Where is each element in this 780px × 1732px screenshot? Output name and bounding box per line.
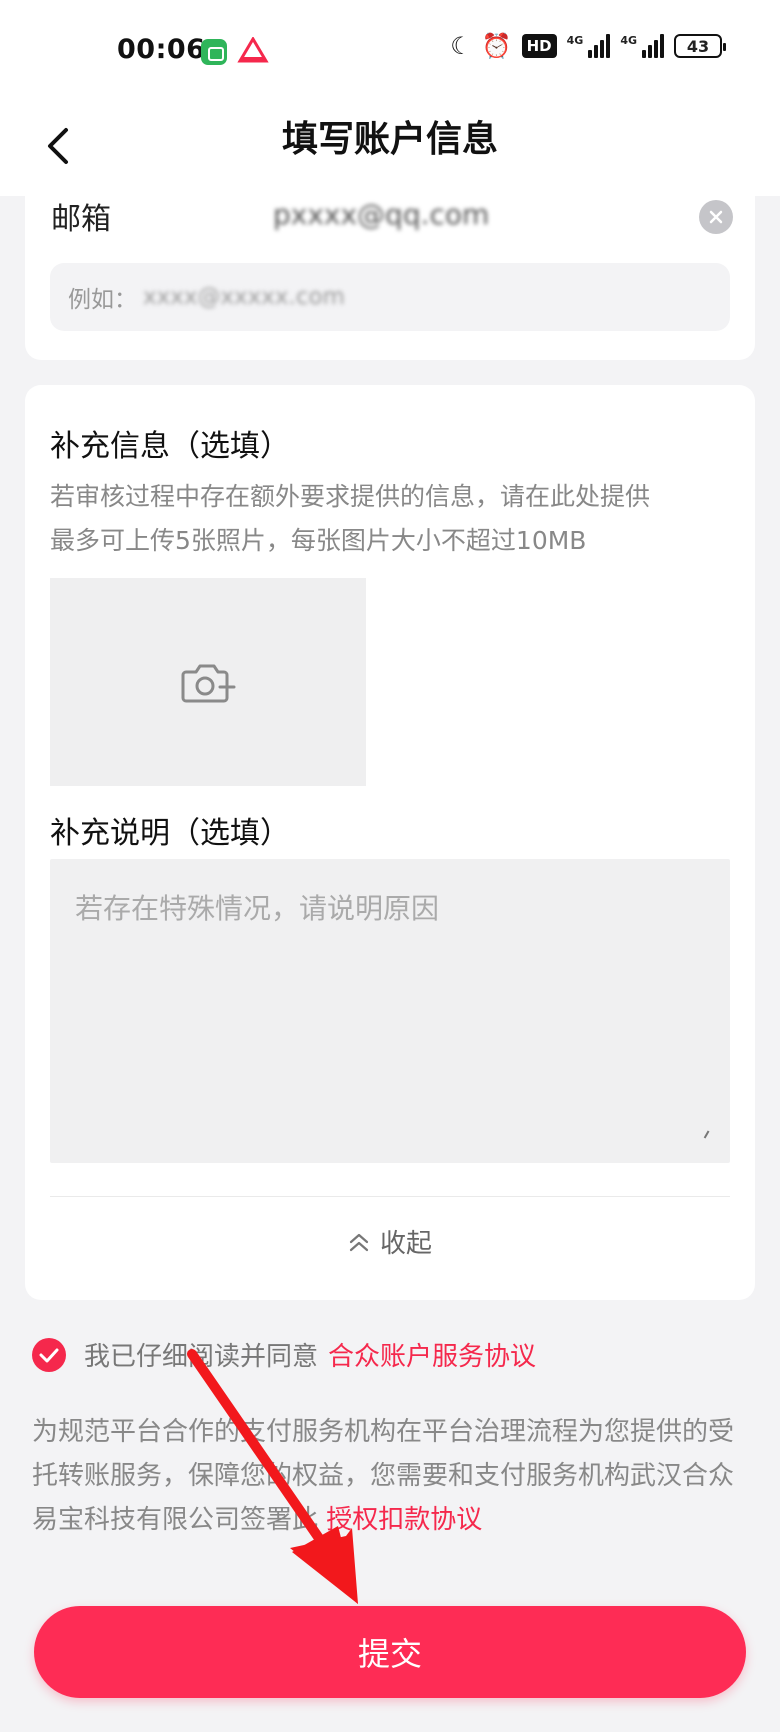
back-arrow-icon[interactable]	[30, 118, 86, 174]
debit-agreement-link[interactable]: 授权扣款协议	[326, 1505, 482, 1535]
submit-button[interactable]: 提交	[34, 1606, 746, 1698]
clear-icon[interactable]	[699, 200, 733, 234]
battery-icon: 43	[674, 34, 726, 58]
email-value[interactable]: pxxxx@qq.com	[273, 198, 489, 231]
network-type-label-2: 4G	[620, 34, 637, 47]
account-info-page: 00:06 ☾ ⏰ HD 4G 4G 43 填写账户信息 邮箱 pxxxx@qq…	[0, 0, 780, 1732]
service-agreement-link[interactable]: 合众账户服务协议	[328, 1336, 536, 1373]
email-confirm-input[interactable]: 例如： xxxx@xxxxx.com	[50, 263, 730, 331]
app-notification-icon	[237, 37, 269, 63]
info-hint-line-1: 若审核过程中存在额外要求提供的信息，请在此处提供	[50, 482, 651, 511]
agreement-row: 我已仔细阅读并同意 合众账户服务协议	[32, 1336, 536, 1373]
moon-icon: ☾	[450, 32, 472, 60]
photo-upload-button[interactable]	[50, 578, 366, 786]
supplementary-card: 补充信息（选填） 若审核过程中存在额外要求提供的信息，请在此处提供 最多可上传5…	[25, 385, 755, 1300]
divider	[50, 1196, 730, 1197]
email-label: 邮箱	[51, 202, 111, 237]
collapse-label: 收起	[379, 1229, 432, 1259]
email-input-prefix: 例如：	[68, 287, 137, 313]
signal-icon-2: 4G	[620, 34, 664, 58]
agreement-text: 我已仔细阅读并同意	[84, 1342, 319, 1372]
note-textarea[interactable]: 若存在特殊情况，请说明原因	[50, 859, 730, 1163]
email-card: 邮箱 pxxxx@qq.com 例如： xxxx@xxxxx.com	[25, 170, 755, 360]
network-type-label: 4G	[566, 34, 584, 47]
collapse-button[interactable]: 收起	[25, 1223, 755, 1260]
info-hint-line-2: 最多可上传5张照片，每张图片大小不超过10MB	[50, 526, 587, 555]
signal-icon: 4G	[567, 34, 611, 58]
messages-app-icon	[201, 39, 227, 65]
double-chevron-up-icon	[349, 1233, 369, 1251]
authorization-notice: 为规范平台合作的支付服务机构在平台治理流程为您提供的受托转账服务，保障您的权益，…	[32, 1410, 750, 1542]
info-section-title: 补充信息（选填）	[50, 429, 290, 464]
note-section-title: 补充说明（选填）	[50, 816, 290, 851]
status-icons: ☾ ⏰ HD 4G 4G 43	[450, 32, 726, 60]
status-time: 00:06	[117, 34, 206, 65]
email-input-example: xxxx@xxxxx.com	[143, 284, 345, 310]
status-bar: 00:06 ☾ ⏰ HD 4G 4G 43	[0, 0, 780, 100]
hd-icon: HD	[521, 34, 557, 58]
alarm-icon: ⏰	[481, 32, 512, 60]
resize-handle-icon[interactable]	[698, 1127, 710, 1139]
camera-add-icon	[181, 664, 236, 703]
note-placeholder: 若存在特殊情况，请说明原因	[75, 892, 440, 925]
checkbox-checked-icon[interactable]	[32, 1337, 66, 1372]
